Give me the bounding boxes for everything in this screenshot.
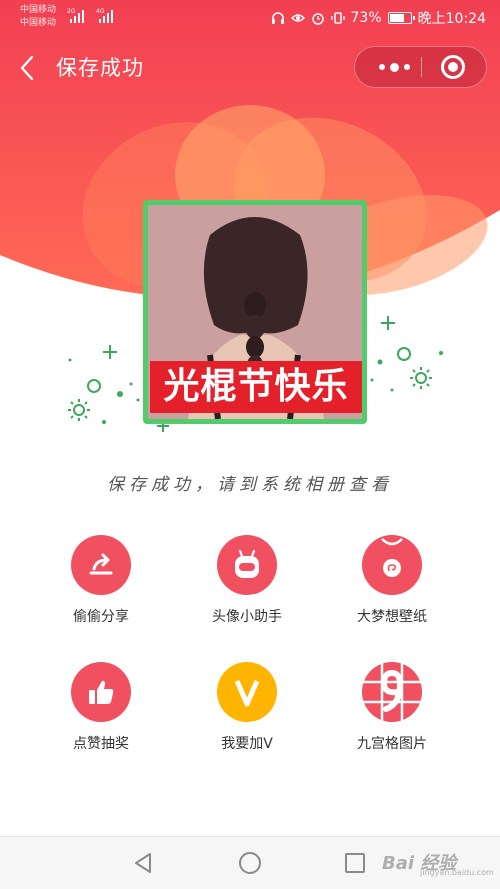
status-bar: 中国移动 中国移动 2G 4G 73% 晚上10:24 [0, 0, 500, 34]
battery-fill [389, 14, 404, 22]
share-icon [71, 535, 131, 595]
carrier-name-2: 中国移动 [20, 18, 57, 28]
page-title: 保存成功 [56, 56, 144, 80]
recent-square-icon[interactable] [345, 853, 365, 873]
feature-label: 头像小助手 [212, 609, 282, 625]
shirt-icon [362, 535, 422, 595]
alarm-icon [311, 13, 324, 25]
saved-hint: 保存成功，请到系统相册查看 [107, 475, 393, 495]
feature-nine-grid[interactable]: 九宫格图片 [322, 662, 462, 753]
feature-share[interactable]: 偷偷分享 [31, 535, 171, 626]
feature-label: 点赞抽奖 [73, 736, 129, 752]
feature-avatar-helper[interactable]: 头像小助手 [177, 535, 317, 626]
signal-icon [70, 7, 84, 23]
feature-label: 大梦想壁纸 [357, 609, 427, 625]
battery-icon [387, 12, 415, 24]
clock: 晚上10:24 [417, 11, 486, 27]
battery-percent: 73% [350, 10, 382, 26]
headphones-icon [271, 12, 284, 24]
feature-add-v[interactable]: 我要加V [177, 662, 317, 753]
avatar-preview: 光棍节快乐 [143, 200, 367, 424]
feature-label: 偷偷分享 [73, 609, 129, 625]
capsule-divider [421, 57, 422, 77]
back-triangle-icon[interactable] [132, 852, 154, 874]
eye-icon [290, 14, 305, 22]
vibrate-icon [330, 12, 345, 24]
robot-icon [217, 535, 277, 595]
feature-like-lottery[interactable]: 点赞抽奖 [31, 662, 171, 753]
thumbs-up-icon [71, 662, 131, 722]
nine-grid-icon [362, 662, 422, 722]
chevron-left-icon [20, 55, 34, 81]
target-close-icon[interactable] [441, 55, 465, 79]
feature-label: 我要加V [221, 736, 273, 752]
status-right-group: 73% 晚上10:24 [271, 8, 486, 28]
mini-program-capsule [354, 46, 487, 88]
back-button[interactable] [16, 54, 40, 82]
avatar-banner: 光棍节快乐 [150, 361, 362, 413]
signal-icon [99, 7, 113, 23]
v-badge-icon [217, 662, 277, 722]
more-dots-icon[interactable] [369, 47, 419, 87]
watermark-sub: jingyan.baidu.com [420, 868, 494, 877]
carrier-name-1: 中国移动 [20, 5, 57, 15]
feature-label: 九宫格图片 [357, 736, 427, 752]
avatar-banner-text: 光棍节快乐 [163, 366, 349, 407]
home-circle-icon[interactable] [239, 852, 261, 874]
system-navigation-bar: Bai 经验 jingyan.baidu.com [0, 836, 500, 889]
feature-wallpaper[interactable]: 大梦想壁纸 [322, 535, 462, 626]
